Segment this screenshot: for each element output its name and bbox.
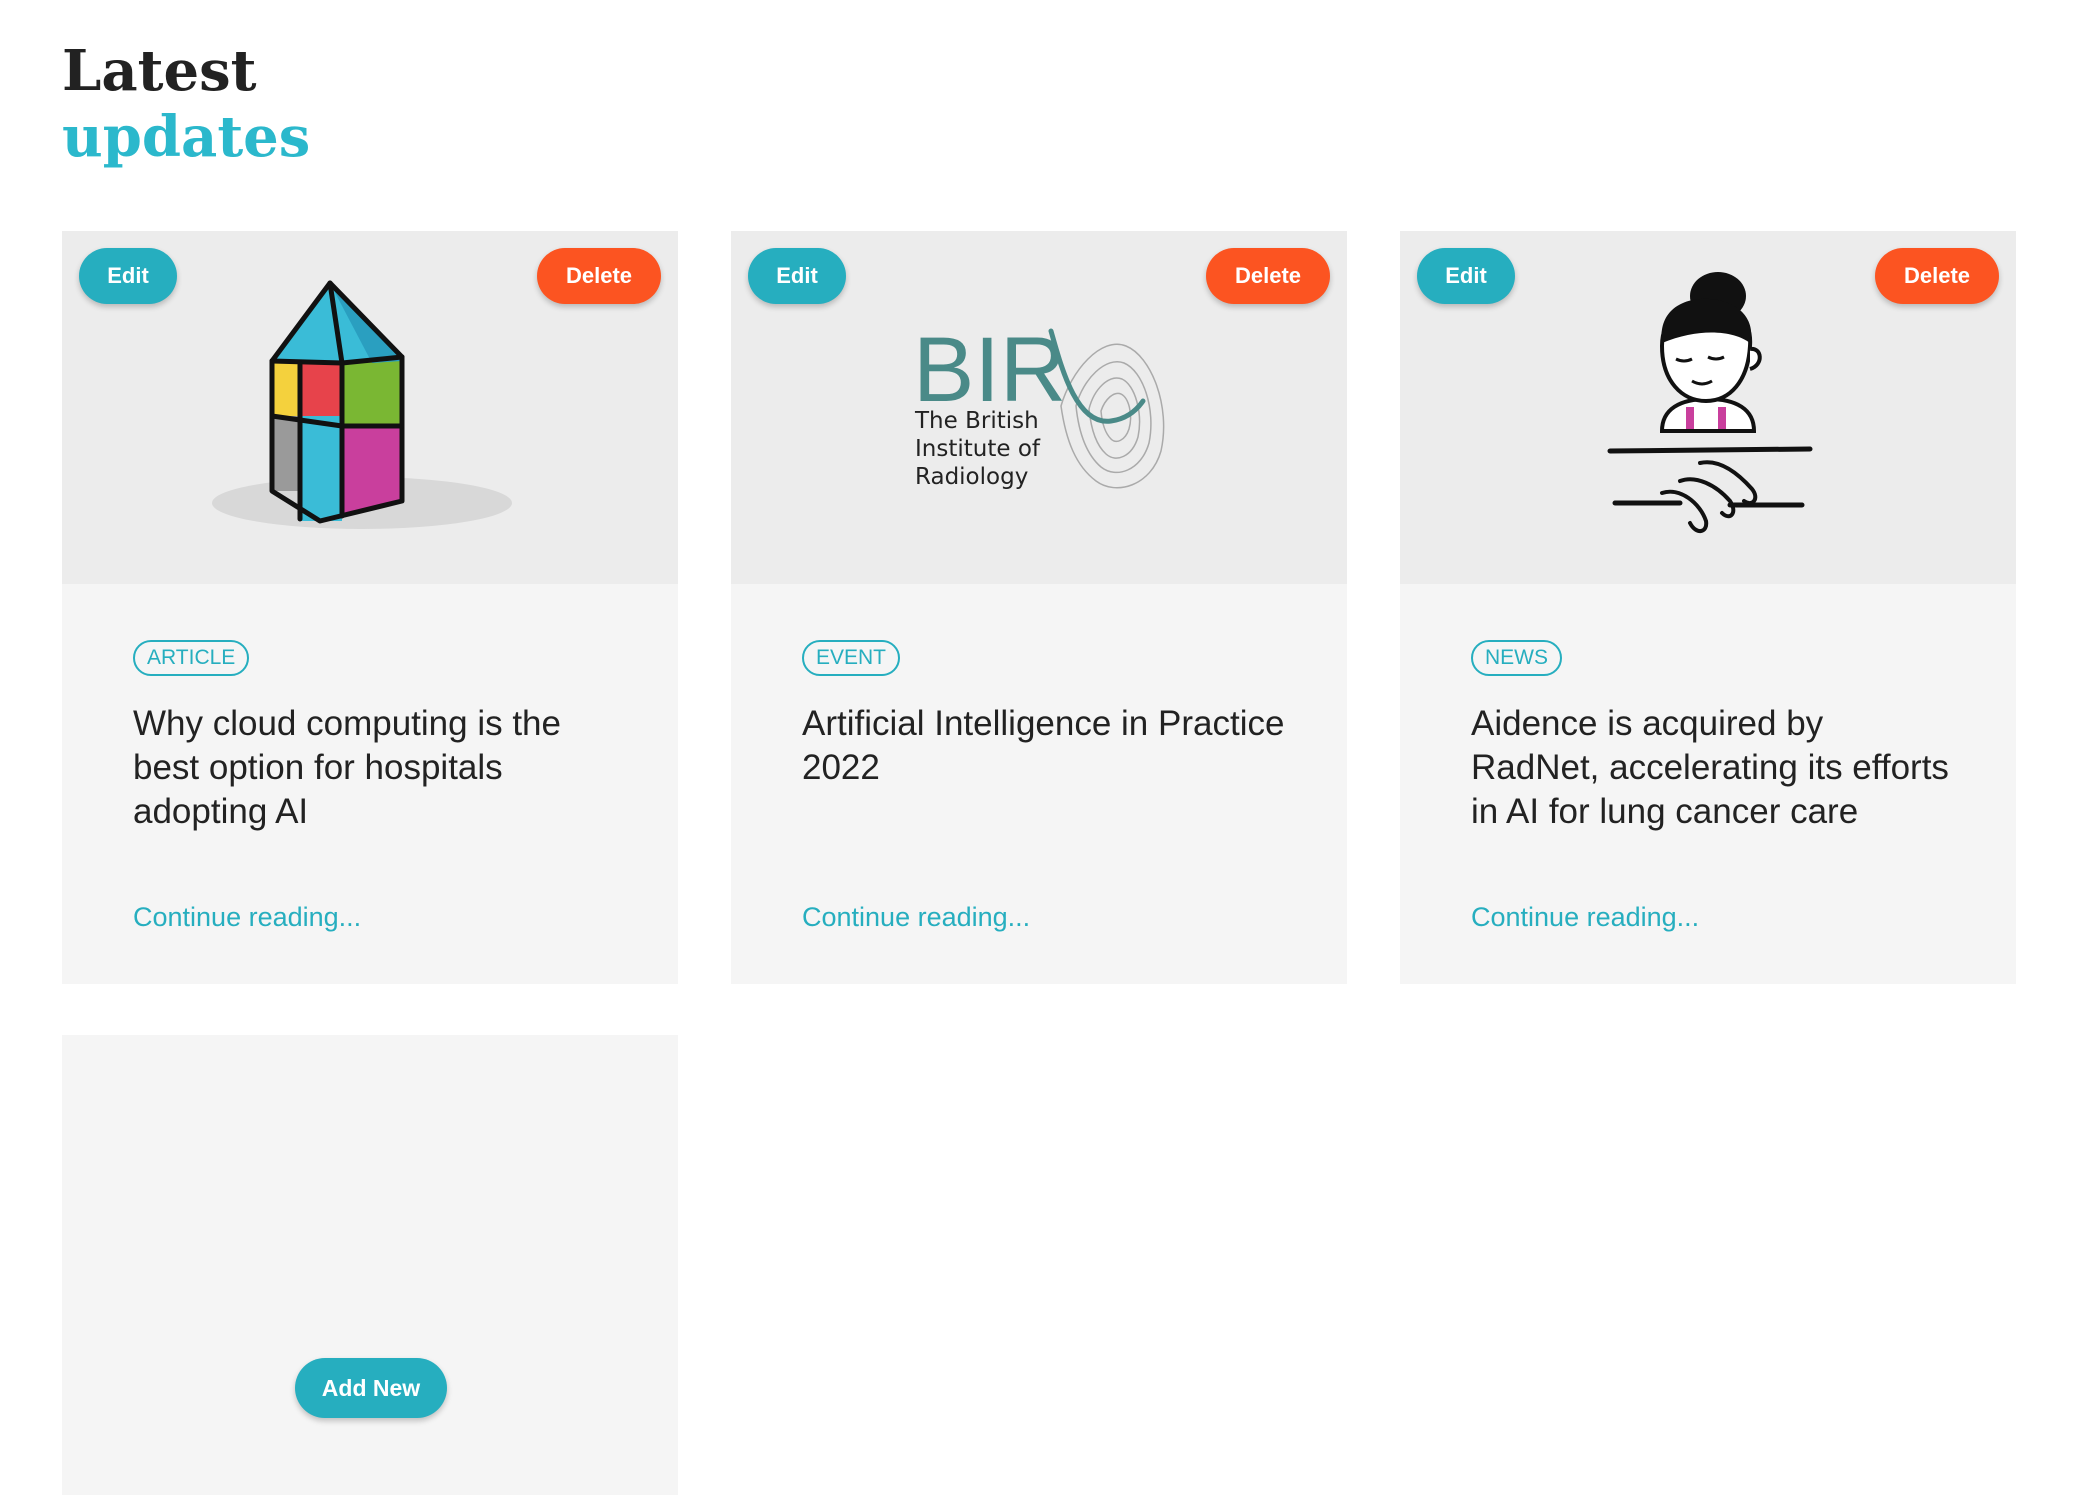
delete-button[interactable]: Delete [1875,248,1999,304]
update-card: Edit Delete ARTICLE Why cloud computing … [62,231,678,984]
delete-button[interactable]: Delete [537,248,661,304]
latest-updates-page: Latest updates Edit Delete ARTICLE Why c… [0,0,2077,1495]
card-title: Why cloud computing is the best option f… [133,704,561,831]
continue-reading-link[interactable]: Continue reading... [1471,902,1699,933]
continue-reading-link[interactable]: Continue reading... [133,902,361,933]
add-new-button[interactable]: Add New [295,1358,447,1418]
card-title: Artificial Intelligence in Practice 2022 [802,704,1285,787]
category-tag: EVENT [802,640,901,676]
add-new-card: Add New [62,1035,678,1495]
heading-line-1: Latest [62,38,257,104]
card-body: NEWS Aidence is acquired by RadNet, acce… [1400,584,2016,984]
edit-button[interactable]: Edit [79,248,177,304]
card-image: Edit Delete [62,231,678,584]
category-tag: ARTICLE [133,640,250,676]
edit-button[interactable]: Edit [748,248,846,304]
update-card: BIR The British Institute of Radiology E… [731,231,1347,984]
bir-logo-line-1: The British [914,408,1039,434]
card-image: BIR The British Institute of Radiology E… [731,231,1347,584]
card-image: Edit Delete [1400,231,2016,584]
card-body: EVENT Artificial Intelligence in Practic… [731,584,1347,984]
bir-logo-line-3: Radiology [915,464,1028,490]
update-card: Edit Delete NEWS Aidence is acquired by … [1400,231,2016,984]
bir-logo-line-2: Institute of [915,436,1041,462]
bir-logo-mark: BIR [913,319,1066,421]
delete-button[interactable]: Delete [1206,248,1330,304]
category-tag: NEWS [1471,640,1562,676]
edit-button[interactable]: Edit [1417,248,1515,304]
continue-reading-link[interactable]: Continue reading... [802,902,1030,933]
heading-line-2: updates [62,104,311,170]
section-heading: Latest updates [62,38,310,170]
card-body: ARTICLE Why cloud computing is the best … [62,584,678,984]
card-title: Aidence is acquired by RadNet, accelerat… [1471,704,1949,831]
